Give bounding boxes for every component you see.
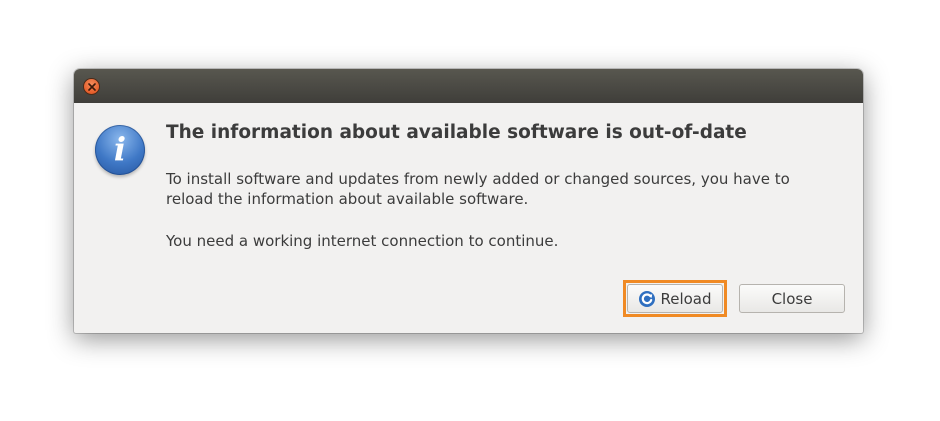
reload-button-label: Reload xyxy=(660,289,712,308)
dialog-message: To install software and updates from new… xyxy=(166,170,790,208)
reload-icon xyxy=(639,290,656,307)
dialog-title: The information about available software… xyxy=(166,122,747,143)
window-titlebar[interactable] xyxy=(74,69,863,103)
update-info-dialog: i The information about available softwa… xyxy=(74,69,863,333)
window-close-button[interactable] xyxy=(84,79,99,94)
info-icon: i xyxy=(95,125,145,175)
close-button[interactable]: Close xyxy=(739,284,845,313)
close-icon xyxy=(87,82,96,91)
dialog-note: You need a working internet connection t… xyxy=(166,232,559,250)
screen: i The information about available softwa… xyxy=(0,0,940,421)
reload-button[interactable]: Reload xyxy=(627,284,723,313)
close-button-label: Close xyxy=(771,289,813,308)
